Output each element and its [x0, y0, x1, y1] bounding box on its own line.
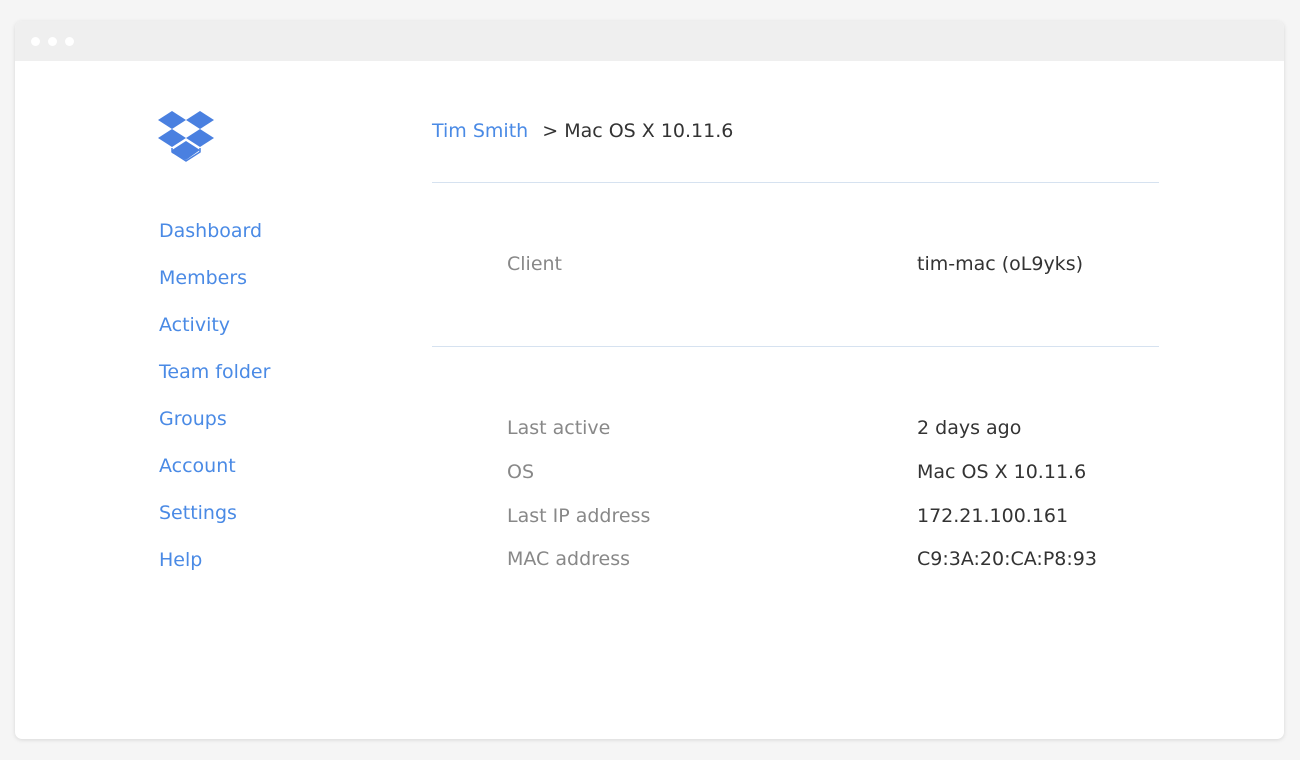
detail-label: MAC address	[507, 548, 631, 570]
browser-window: Dashboard Members Activity Team folder G…	[15, 21, 1284, 739]
detail-label: Last IP address	[507, 505, 651, 527]
window-close-dot[interactable]	[31, 37, 40, 46]
breadcrumb-parent-link[interactable]: Tim Smith	[432, 120, 528, 142]
detail-value: C9:3A:20:CA:P8:93	[917, 548, 1097, 570]
sidebar-item-members[interactable]: Members	[159, 264, 270, 311]
divider	[432, 346, 1159, 347]
sidebar-item-activity[interactable]: Activity	[159, 311, 270, 358]
sidebar-item-help[interactable]: Help	[159, 546, 270, 593]
window-titlebar	[15, 21, 1284, 61]
sidebar-item-team-folder[interactable]: Team folder	[159, 358, 270, 405]
detail-label: Last active	[507, 417, 611, 439]
sidebar-nav: Dashboard Members Activity Team folder G…	[159, 217, 270, 593]
client-value: tim-mac (oL9yks)	[917, 253, 1083, 275]
divider	[432, 182, 1159, 183]
window-minimize-dot[interactable]	[48, 37, 57, 46]
detail-label: OS	[507, 461, 535, 483]
breadcrumb-current: Mac OS X 10.11.6	[564, 120, 734, 142]
window-maximize-dot[interactable]	[65, 37, 74, 46]
sidebar-item-dashboard[interactable]: Dashboard	[159, 217, 270, 264]
sidebar-item-settings[interactable]: Settings	[159, 499, 270, 546]
breadcrumb-separator: >	[542, 120, 559, 142]
sidebar-item-account[interactable]: Account	[159, 452, 270, 499]
detail-value: Mac OS X 10.11.6	[917, 461, 1087, 483]
detail-value: 172.21.100.161	[917, 505, 1069, 527]
sidebar-item-groups[interactable]: Groups	[159, 405, 270, 452]
client-label: Client	[507, 253, 563, 275]
detail-value: 2 days ago	[917, 417, 1022, 439]
dropbox-logo-icon[interactable]	[158, 111, 214, 163]
breadcrumb: Tim Smith > Mac OS X 10.11.6	[432, 120, 733, 142]
